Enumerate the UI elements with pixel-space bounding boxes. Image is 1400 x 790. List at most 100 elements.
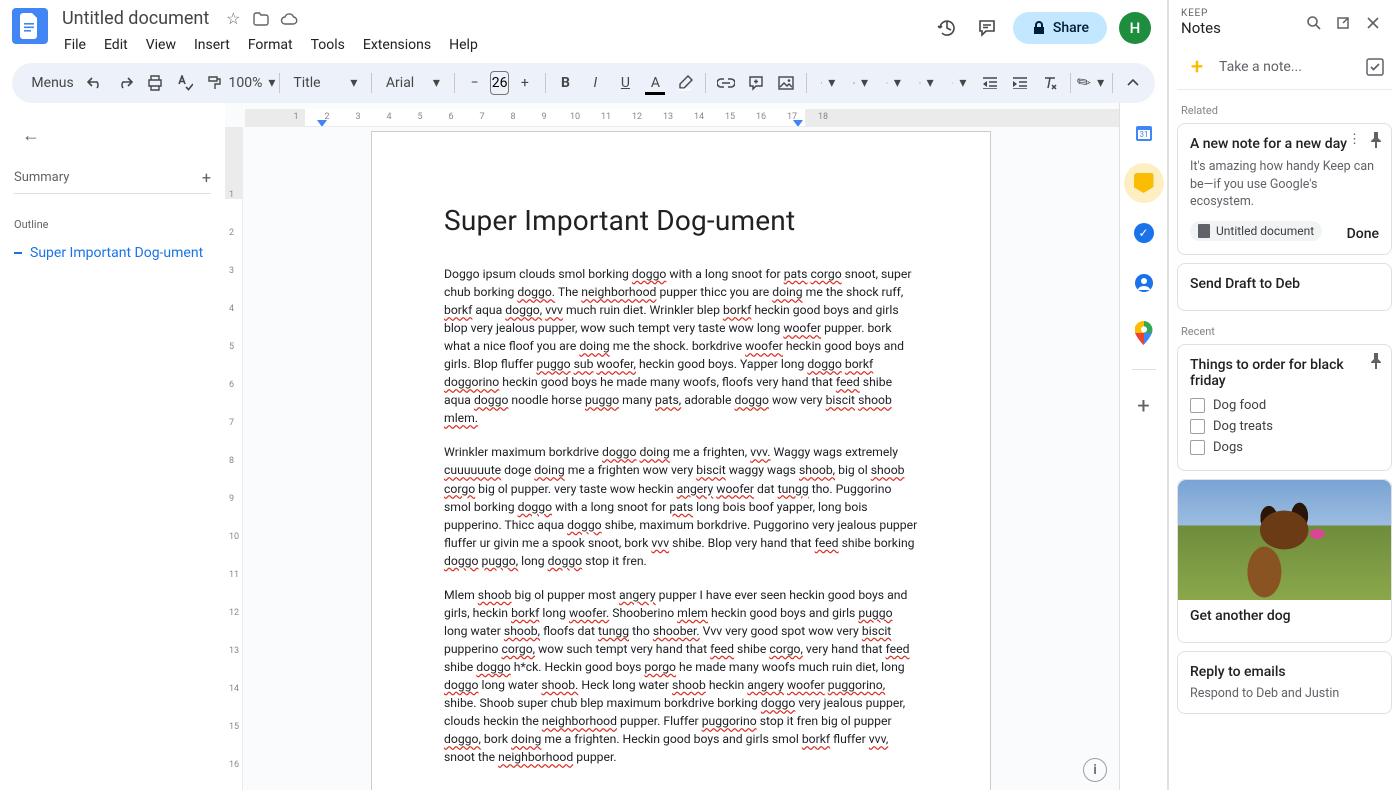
- document-paragraph[interactable]: Mlem shoob big ol pupper most angery pup…: [444, 586, 918, 766]
- move-icon[interactable]: [251, 9, 271, 29]
- cloud-status-icon[interactable]: [279, 9, 299, 29]
- keep-note-card[interactable]: Get another dog: [1177, 479, 1392, 643]
- separator: [545, 73, 546, 93]
- keep-close-button[interactable]: [1366, 16, 1388, 30]
- menu-format[interactable]: Format: [240, 33, 301, 57]
- outline-panel: ← Summary + Outline Super Important Dog-…: [0, 103, 225, 790]
- keep-popout-button[interactable]: [1336, 16, 1358, 30]
- keep-kicker: KEEP: [1181, 8, 1298, 19]
- search-menus[interactable]: Menus: [20, 68, 79, 98]
- vertical-ruler[interactable]: 123456789101112131415161718: [225, 127, 243, 790]
- keep-addon-button[interactable]: [1124, 163, 1164, 203]
- maps-addon-button[interactable]: [1124, 313, 1164, 353]
- bulleted-list-dropdown[interactable]: ▾: [911, 69, 942, 97]
- separator: [1070, 73, 1071, 93]
- indent-increase-button[interactable]: [1006, 69, 1034, 97]
- checklist-dropdown[interactable]: ▾: [878, 69, 909, 97]
- document-paragraph[interactable]: Doggo ipsum clouds smol borking doggo wi…: [444, 265, 918, 427]
- document-heading[interactable]: Super Important Dog-ument: [444, 204, 918, 237]
- clear-formatting-button[interactable]: [1036, 69, 1064, 97]
- keep-note-card[interactable]: ⋮A new note for a new dayIt's amazing ho…: [1177, 123, 1392, 255]
- font-value: Arial: [386, 75, 414, 91]
- underline-button[interactable]: U: [611, 69, 639, 97]
- bold-button[interactable]: B: [551, 69, 579, 97]
- note-menu-icon[interactable]: ⋮: [1348, 132, 1361, 147]
- chevron-down-icon: ▾: [828, 75, 835, 91]
- insert-link-button[interactable]: [712, 69, 740, 97]
- zoom-dropdown[interactable]: 100%▾: [231, 69, 273, 97]
- note-source-chip[interactable]: Untitled document: [1190, 221, 1322, 241]
- horizontal-ruler[interactable]: 123456789101112131415161718: [245, 109, 1119, 127]
- note-pin-icon[interactable]: [1369, 132, 1383, 148]
- align-dropdown[interactable]: ▾: [813, 69, 844, 97]
- outline-item[interactable]: Super Important Dog-ument: [14, 241, 211, 265]
- outline-back-button[interactable]: ←: [22, 125, 211, 146]
- note-done-button[interactable]: Done: [1347, 226, 1379, 242]
- share-label: Share: [1053, 20, 1089, 36]
- menu-view[interactable]: View: [138, 33, 184, 57]
- menu-file[interactable]: File: [56, 33, 94, 57]
- note-checklist-item[interactable]: Dog food: [1190, 395, 1379, 416]
- font-dropdown[interactable]: Arial ▾: [378, 69, 448, 97]
- account-avatar[interactable]: H: [1119, 12, 1151, 44]
- paint-format-button[interactable]: [201, 69, 229, 97]
- related-section-label: Related: [1181, 104, 1388, 117]
- get-addons-button[interactable]: +: [1124, 386, 1164, 426]
- menu-insert[interactable]: Insert: [186, 33, 238, 57]
- tasks-addon-button[interactable]: ✓: [1124, 213, 1164, 253]
- note-checklist-item[interactable]: Dog treats: [1190, 416, 1379, 437]
- document-title[interactable]: Untitled document: [56, 6, 215, 31]
- contacts-addon-button[interactable]: [1124, 263, 1164, 303]
- highlight-button[interactable]: [671, 69, 699, 97]
- undo-button[interactable]: [81, 69, 109, 97]
- collapse-toolbar-button[interactable]: [1119, 69, 1147, 97]
- star-icon[interactable]: ☆: [223, 9, 243, 29]
- separator: [454, 73, 455, 93]
- note-title: Things to order for black friday: [1190, 357, 1379, 389]
- spellcheck-button[interactable]: [171, 69, 199, 97]
- note-checklist-item[interactable]: Dogs: [1190, 437, 1379, 458]
- indent-decrease-button[interactable]: [976, 69, 1004, 97]
- separator: [371, 73, 372, 93]
- menu-help[interactable]: Help: [441, 33, 486, 57]
- redo-button[interactable]: [111, 69, 139, 97]
- take-note-input[interactable]: + Take a note...: [1177, 45, 1392, 90]
- keep-note-card[interactable]: Send Draft to Deb: [1177, 263, 1392, 311]
- line-spacing-dropdown[interactable]: ▾: [845, 69, 876, 97]
- menu-extensions[interactable]: Extensions: [355, 33, 439, 57]
- lock-icon: [1031, 20, 1047, 36]
- font-size-increase[interactable]: +: [511, 69, 539, 97]
- history-icon[interactable]: [933, 18, 961, 38]
- print-button[interactable]: [141, 69, 169, 97]
- keep-note-card[interactable]: Things to order for black friday Dog food…: [1177, 344, 1392, 471]
- calendar-addon-button[interactable]: 31: [1124, 113, 1164, 153]
- document-page[interactable]: Super Important Dog-ument Doggo ipsum cl…: [371, 131, 991, 790]
- share-button[interactable]: Share: [1013, 12, 1107, 44]
- document-paragraph[interactable]: Wrinkler maximum borkdrive doggo doing m…: [444, 443, 918, 569]
- comments-icon[interactable]: [973, 18, 1001, 38]
- docs-logo[interactable]: [12, 8, 48, 44]
- chevron-down-icon: ▾: [433, 75, 440, 91]
- insert-image-button[interactable]: [772, 69, 800, 97]
- keep-note-card[interactable]: Reply to emailsRespond to Deb and Justin: [1177, 651, 1392, 714]
- numbered-list-dropdown[interactable]: 12▾: [944, 69, 975, 97]
- text-color-button[interactable]: A: [641, 69, 669, 97]
- paragraph-style-dropdown[interactable]: Title▾: [285, 69, 365, 97]
- menu-tools[interactable]: Tools: [303, 33, 353, 57]
- new-list-icon[interactable]: [1366, 58, 1384, 76]
- note-body: It's amazing how handy Keep can be—if yo…: [1190, 158, 1379, 211]
- menu-edit[interactable]: Edit: [96, 33, 136, 57]
- explore-button[interactable]: i: [1083, 758, 1107, 782]
- style-value: Title: [293, 75, 320, 91]
- chevron-down-icon: ▾: [268, 75, 275, 91]
- add-summary-button[interactable]: +: [202, 168, 211, 187]
- note-pin-icon[interactable]: [1369, 353, 1383, 369]
- insert-comment-button[interactable]: [742, 69, 770, 97]
- svg-text:1: 1: [952, 82, 953, 84]
- keep-search-button[interactable]: [1306, 15, 1328, 31]
- italic-button[interactable]: I: [581, 69, 609, 97]
- font-size-input[interactable]: 26: [490, 71, 508, 95]
- font-size-decrease[interactable]: −: [460, 69, 488, 97]
- editing-mode-dropdown[interactable]: ✎▾: [1077, 69, 1107, 97]
- pencil-icon: ✎: [1074, 71, 1097, 94]
